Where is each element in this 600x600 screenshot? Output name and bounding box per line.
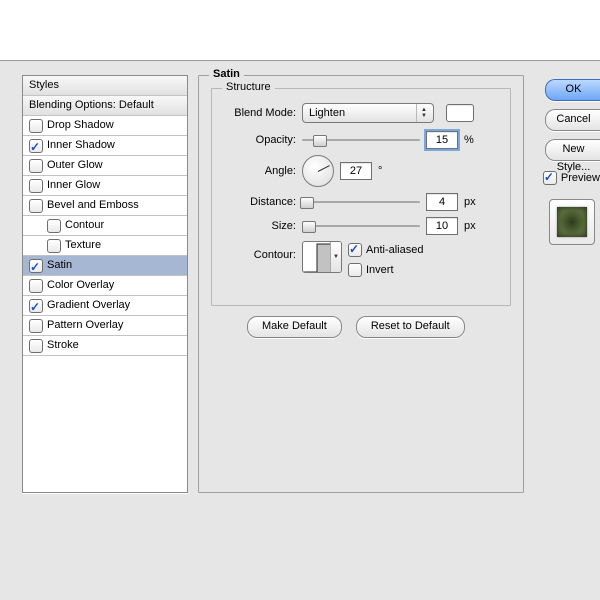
- styles-item-texture[interactable]: Texture: [23, 236, 187, 256]
- anti-aliased-label: Anti-aliased: [366, 244, 423, 256]
- chevron-down-icon: ▼: [330, 242, 341, 272]
- styles-item-gradient-overlay[interactable]: Gradient Overlay: [23, 296, 187, 316]
- chevron-updown-icon: ▲▼: [416, 104, 431, 122]
- structure-title: Structure: [222, 81, 275, 93]
- cancel-button[interactable]: Cancel: [545, 109, 600, 131]
- reset-to-default-button[interactable]: Reset to Default: [356, 316, 465, 338]
- effect-checkbox[interactable]: [29, 339, 43, 353]
- angle-input[interactable]: 27: [340, 162, 372, 180]
- effect-label: Drop Shadow: [47, 116, 114, 135]
- effect-label: Inner Glow: [47, 176, 100, 195]
- effect-checkbox[interactable]: [29, 199, 43, 213]
- structure-group: Structure Blend Mode: Lighten ▲▼ Opacity…: [211, 88, 511, 306]
- effect-checkbox[interactable]: [29, 179, 43, 193]
- effect-checkbox[interactable]: [47, 219, 61, 233]
- effect-checkbox[interactable]: [29, 279, 43, 293]
- preview-thumbnail: [549, 199, 595, 245]
- distance-label: Distance:: [220, 196, 296, 208]
- invert-row[interactable]: Invert: [348, 263, 423, 277]
- panel-title: Satin: [209, 68, 244, 80]
- invert-checkbox[interactable]: [348, 263, 362, 277]
- opacity-input[interactable]: 15: [426, 131, 458, 149]
- effect-label: Color Overlay: [47, 276, 114, 295]
- dialog-right-column: OK Cancel New Style... Preview: [543, 79, 600, 245]
- effect-label: Inner Shadow: [47, 136, 115, 155]
- satin-panel: Satin Structure Blend Mode: Lighten ▲▼ O…: [198, 75, 524, 493]
- effect-checkbox[interactable]: [29, 119, 43, 133]
- preview-checkbox[interactable]: [543, 171, 557, 185]
- size-unit: px: [464, 220, 478, 232]
- effect-label: Outer Glow: [47, 156, 103, 175]
- effect-checkbox[interactable]: [47, 239, 61, 253]
- styles-item-bevel-and-emboss[interactable]: Bevel and Emboss: [23, 196, 187, 216]
- ok-button[interactable]: OK: [545, 79, 600, 101]
- size-row: Size: 10 px: [220, 217, 478, 235]
- distance-input[interactable]: 4: [426, 193, 458, 211]
- styles-item-stroke[interactable]: Stroke: [23, 336, 187, 356]
- distance-slider[interactable]: [302, 195, 420, 209]
- invert-label: Invert: [366, 264, 394, 276]
- distance-unit: px: [464, 196, 478, 208]
- blend-mode-dropdown[interactable]: Lighten ▲▼: [302, 103, 434, 123]
- styles-item-inner-glow[interactable]: Inner Glow: [23, 176, 187, 196]
- styles-item-color-overlay[interactable]: Color Overlay: [23, 276, 187, 296]
- make-default-button[interactable]: Make Default: [247, 316, 342, 338]
- blending-options-header[interactable]: Blending Options: Default: [23, 96, 187, 116]
- blend-mode-label: Blend Mode:: [220, 107, 296, 119]
- styles-list: Styles Blending Options: Default Drop Sh…: [22, 75, 188, 493]
- new-style-button[interactable]: New Style...: [545, 139, 600, 161]
- styles-item-inner-shadow[interactable]: Inner Shadow: [23, 136, 187, 156]
- layer-style-dialog: Styles Blending Options: Default Drop Sh…: [0, 60, 600, 600]
- effect-label: Texture: [65, 236, 101, 255]
- opacity-label: Opacity:: [220, 134, 296, 146]
- styles-item-contour[interactable]: Contour: [23, 216, 187, 236]
- effect-checkbox[interactable]: [29, 319, 43, 333]
- styles-item-pattern-overlay[interactable]: Pattern Overlay: [23, 316, 187, 336]
- size-input[interactable]: 10: [426, 217, 458, 235]
- effect-label: Satin: [47, 256, 72, 275]
- size-slider[interactable]: [302, 219, 420, 233]
- effect-checkbox[interactable]: [29, 139, 43, 153]
- distance-row: Distance: 4 px: [220, 193, 478, 211]
- angle-label: Angle:: [220, 165, 296, 177]
- effect-checkbox[interactable]: [29, 299, 43, 313]
- angle-dial[interactable]: [302, 155, 334, 187]
- preview-label: Preview: [561, 172, 600, 184]
- satin-color-swatch[interactable]: [446, 104, 474, 122]
- effect-label: Contour: [65, 216, 104, 235]
- effect-label: Pattern Overlay: [47, 316, 123, 335]
- effect-label: Stroke: [47, 336, 79, 355]
- anti-aliased-checkbox[interactable]: [348, 243, 362, 257]
- preview-row[interactable]: Preview: [543, 171, 600, 185]
- styles-item-drop-shadow[interactable]: Drop Shadow: [23, 116, 187, 136]
- styles-item-satin[interactable]: Satin: [23, 256, 187, 276]
- effect-label: Bevel and Emboss: [47, 196, 139, 215]
- opacity-slider[interactable]: [302, 133, 420, 147]
- angle-row: Angle: 27 °: [220, 155, 392, 187]
- contour-label: Contour:: [220, 241, 296, 261]
- angle-unit: °: [378, 165, 392, 177]
- contour-row: Contour: ▼ Anti-aliased Invert: [220, 241, 423, 277]
- preview-image-icon: [557, 207, 587, 237]
- default-buttons: Make Default Reset to Default: [247, 316, 465, 338]
- blend-mode-value: Lighten: [309, 107, 345, 119]
- opacity-row: Opacity: 15 %: [220, 131, 478, 149]
- opacity-unit: %: [464, 134, 478, 146]
- effect-checkbox[interactable]: [29, 259, 43, 273]
- styles-header[interactable]: Styles: [23, 76, 187, 96]
- contour-picker[interactable]: ▼: [302, 241, 342, 273]
- size-label: Size:: [220, 220, 296, 232]
- effect-label: Gradient Overlay: [47, 296, 130, 315]
- styles-item-outer-glow[interactable]: Outer Glow: [23, 156, 187, 176]
- blend-mode-row: Blend Mode: Lighten ▲▼: [220, 103, 474, 123]
- effect-checkbox[interactable]: [29, 159, 43, 173]
- anti-aliased-row[interactable]: Anti-aliased: [348, 243, 423, 257]
